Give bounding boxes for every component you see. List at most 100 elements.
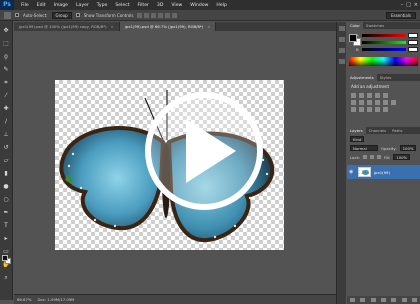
mask-icon[interactable] [370, 298, 376, 302]
paragraph-panel-icon[interactable] [338, 59, 345, 64]
align-center-icon[interactable] [165, 12, 171, 18]
maximize-button[interactable]: □ [406, 2, 411, 8]
character-panel-icon[interactable] [338, 48, 345, 53]
healing-icon[interactable]: ✚ [2, 105, 10, 112]
fx-icon[interactable] [360, 298, 366, 302]
pen-icon[interactable]: ✒ [2, 209, 10, 216]
align-right-icon[interactable] [172, 12, 178, 18]
menu-view[interactable]: View [167, 3, 186, 8]
lock-pixels-icon[interactable] [362, 155, 367, 159]
menu-type[interactable]: Type [93, 3, 112, 8]
lock-position-icon[interactable] [369, 155, 374, 159]
levels-icon[interactable] [359, 93, 364, 98]
slider-g[interactable]: G [352, 39, 418, 46]
slider-track[interactable] [362, 34, 406, 37]
tab-channels[interactable]: Channels [366, 127, 390, 134]
gradient-icon[interactable]: ▮ [2, 170, 10, 177]
fg-color-chip[interactable] [349, 34, 357, 42]
slider-track[interactable] [362, 48, 406, 51]
foreground-color-swatch[interactable] [2, 255, 8, 261]
threshold-icon[interactable] [367, 107, 372, 112]
tab-color[interactable]: Color [347, 22, 363, 29]
color-balance-icon[interactable] [359, 100, 364, 105]
lasso-icon[interactable]: ϙ [2, 53, 10, 60]
align-top-icon[interactable] [137, 12, 143, 18]
photo-filter-icon[interactable] [375, 100, 380, 105]
close-button[interactable]: × [414, 2, 418, 8]
menu-file[interactable]: File [17, 3, 33, 8]
blend-mode-dropdown[interactable]: Normal [350, 145, 378, 151]
lock-all-icon[interactable] [376, 155, 381, 159]
tab-document-2[interactable]: jpx1(99).psd @ 66.7% (jpx1(99), RGB/8*) × [119, 22, 217, 31]
channel-value-input[interactable] [408, 47, 418, 52]
link-layers-icon[interactable] [349, 298, 355, 302]
layer-row-selected[interactable]: ◉ jpx1(99) [347, 165, 420, 179]
slider-r[interactable]: R [352, 32, 418, 39]
eyedropper-icon[interactable]: ⁄ [2, 92, 10, 99]
menu-filter[interactable]: Filter [134, 3, 153, 8]
marquee-icon[interactable]: ⬚ [2, 40, 10, 47]
color-lookup-icon[interactable] [391, 100, 396, 105]
slider-b[interactable]: B [352, 46, 418, 53]
tab-adjustments[interactable]: Adjustments [347, 74, 377, 81]
history-brush-icon[interactable]: ↺ [2, 144, 10, 151]
type-icon[interactable]: T [2, 222, 10, 229]
move-tool-preset-icon[interactable] [4, 11, 11, 19]
auto-select-checkbox[interactable] [15, 13, 19, 17]
vibrance-icon[interactable] [383, 93, 388, 98]
path-select-icon[interactable]: ▸ [2, 235, 10, 242]
channel-value-input[interactable] [408, 33, 418, 38]
eraser-icon[interactable]: ▱ [2, 157, 10, 164]
tab-document-1[interactable]: jpx1(99).psd @ 100% (jpx1(99) copy, RGB/… [14, 22, 120, 31]
align-middle-icon[interactable] [144, 12, 150, 18]
workspace-switcher[interactable]: Essentials [385, 12, 416, 19]
tab-swatches[interactable]: Swatches [363, 22, 387, 29]
brush-icon[interactable]: ∕ [2, 118, 10, 125]
blur-icon[interactable]: ● [2, 183, 10, 190]
move-icon[interactable]: ✥ [2, 27, 10, 34]
curves-icon[interactable] [367, 93, 372, 98]
tab-styles[interactable]: Styles [377, 74, 395, 81]
hue-saturation-icon[interactable] [351, 100, 356, 105]
trash-icon[interactable] [412, 298, 418, 302]
close-tab-icon[interactable]: × [111, 24, 114, 29]
auto-select-dropdown[interactable]: Group [51, 11, 72, 19]
fill-input[interactable]: 100% [393, 154, 411, 160]
crop-icon[interactable]: ⌗ [2, 79, 10, 86]
menu-help[interactable]: Help [212, 3, 230, 8]
invert-icon[interactable] [351, 107, 356, 112]
zoom-level[interactable]: 66.67% [17, 297, 31, 302]
canvas-area[interactable] [14, 31, 336, 294]
align-left-icon[interactable] [158, 12, 164, 18]
tab-paths[interactable]: Paths [389, 127, 405, 134]
menu-select[interactable]: Select [111, 3, 133, 8]
close-tab-icon[interactable]: × [207, 24, 210, 29]
stamp-icon[interactable]: ⊥ [2, 131, 10, 138]
opacity-input[interactable]: 100% [399, 145, 417, 151]
show-transform-checkbox[interactable] [75, 13, 80, 17]
channel-mixer-icon[interactable] [383, 100, 388, 105]
menu-window[interactable]: Window [186, 3, 212, 8]
zoom-icon[interactable]: ⌕ [2, 274, 10, 281]
gradient-map-icon[interactable] [375, 107, 380, 112]
brightness-icon[interactable] [351, 93, 356, 98]
history-panel-icon[interactable] [338, 26, 345, 31]
tab-layers[interactable]: Layers [347, 127, 366, 134]
posterize-icon[interactable] [359, 107, 364, 112]
exposure-icon[interactable] [375, 93, 380, 98]
play-icon[interactable] [14, 31, 336, 294]
color-spectrum[interactable] [349, 57, 418, 66]
new-group-icon[interactable] [391, 298, 397, 302]
new-layer-icon[interactable] [401, 298, 407, 302]
channel-value-input[interactable] [408, 40, 418, 45]
dodge-icon[interactable]: ○ [2, 196, 10, 203]
black-white-icon[interactable] [367, 100, 372, 105]
visibility-eye-icon[interactable]: ◉ [349, 169, 355, 175]
selective-color-icon[interactable] [383, 107, 388, 112]
shape-icon[interactable]: ▭ [2, 248, 10, 255]
minimize-button[interactable]: – [401, 2, 404, 8]
slider-track[interactable] [362, 41, 406, 44]
adjustment-layer-icon[interactable] [380, 298, 386, 302]
menu-3d[interactable]: 3D [153, 3, 167, 8]
quick-select-icon[interactable]: ✎ [2, 66, 10, 73]
